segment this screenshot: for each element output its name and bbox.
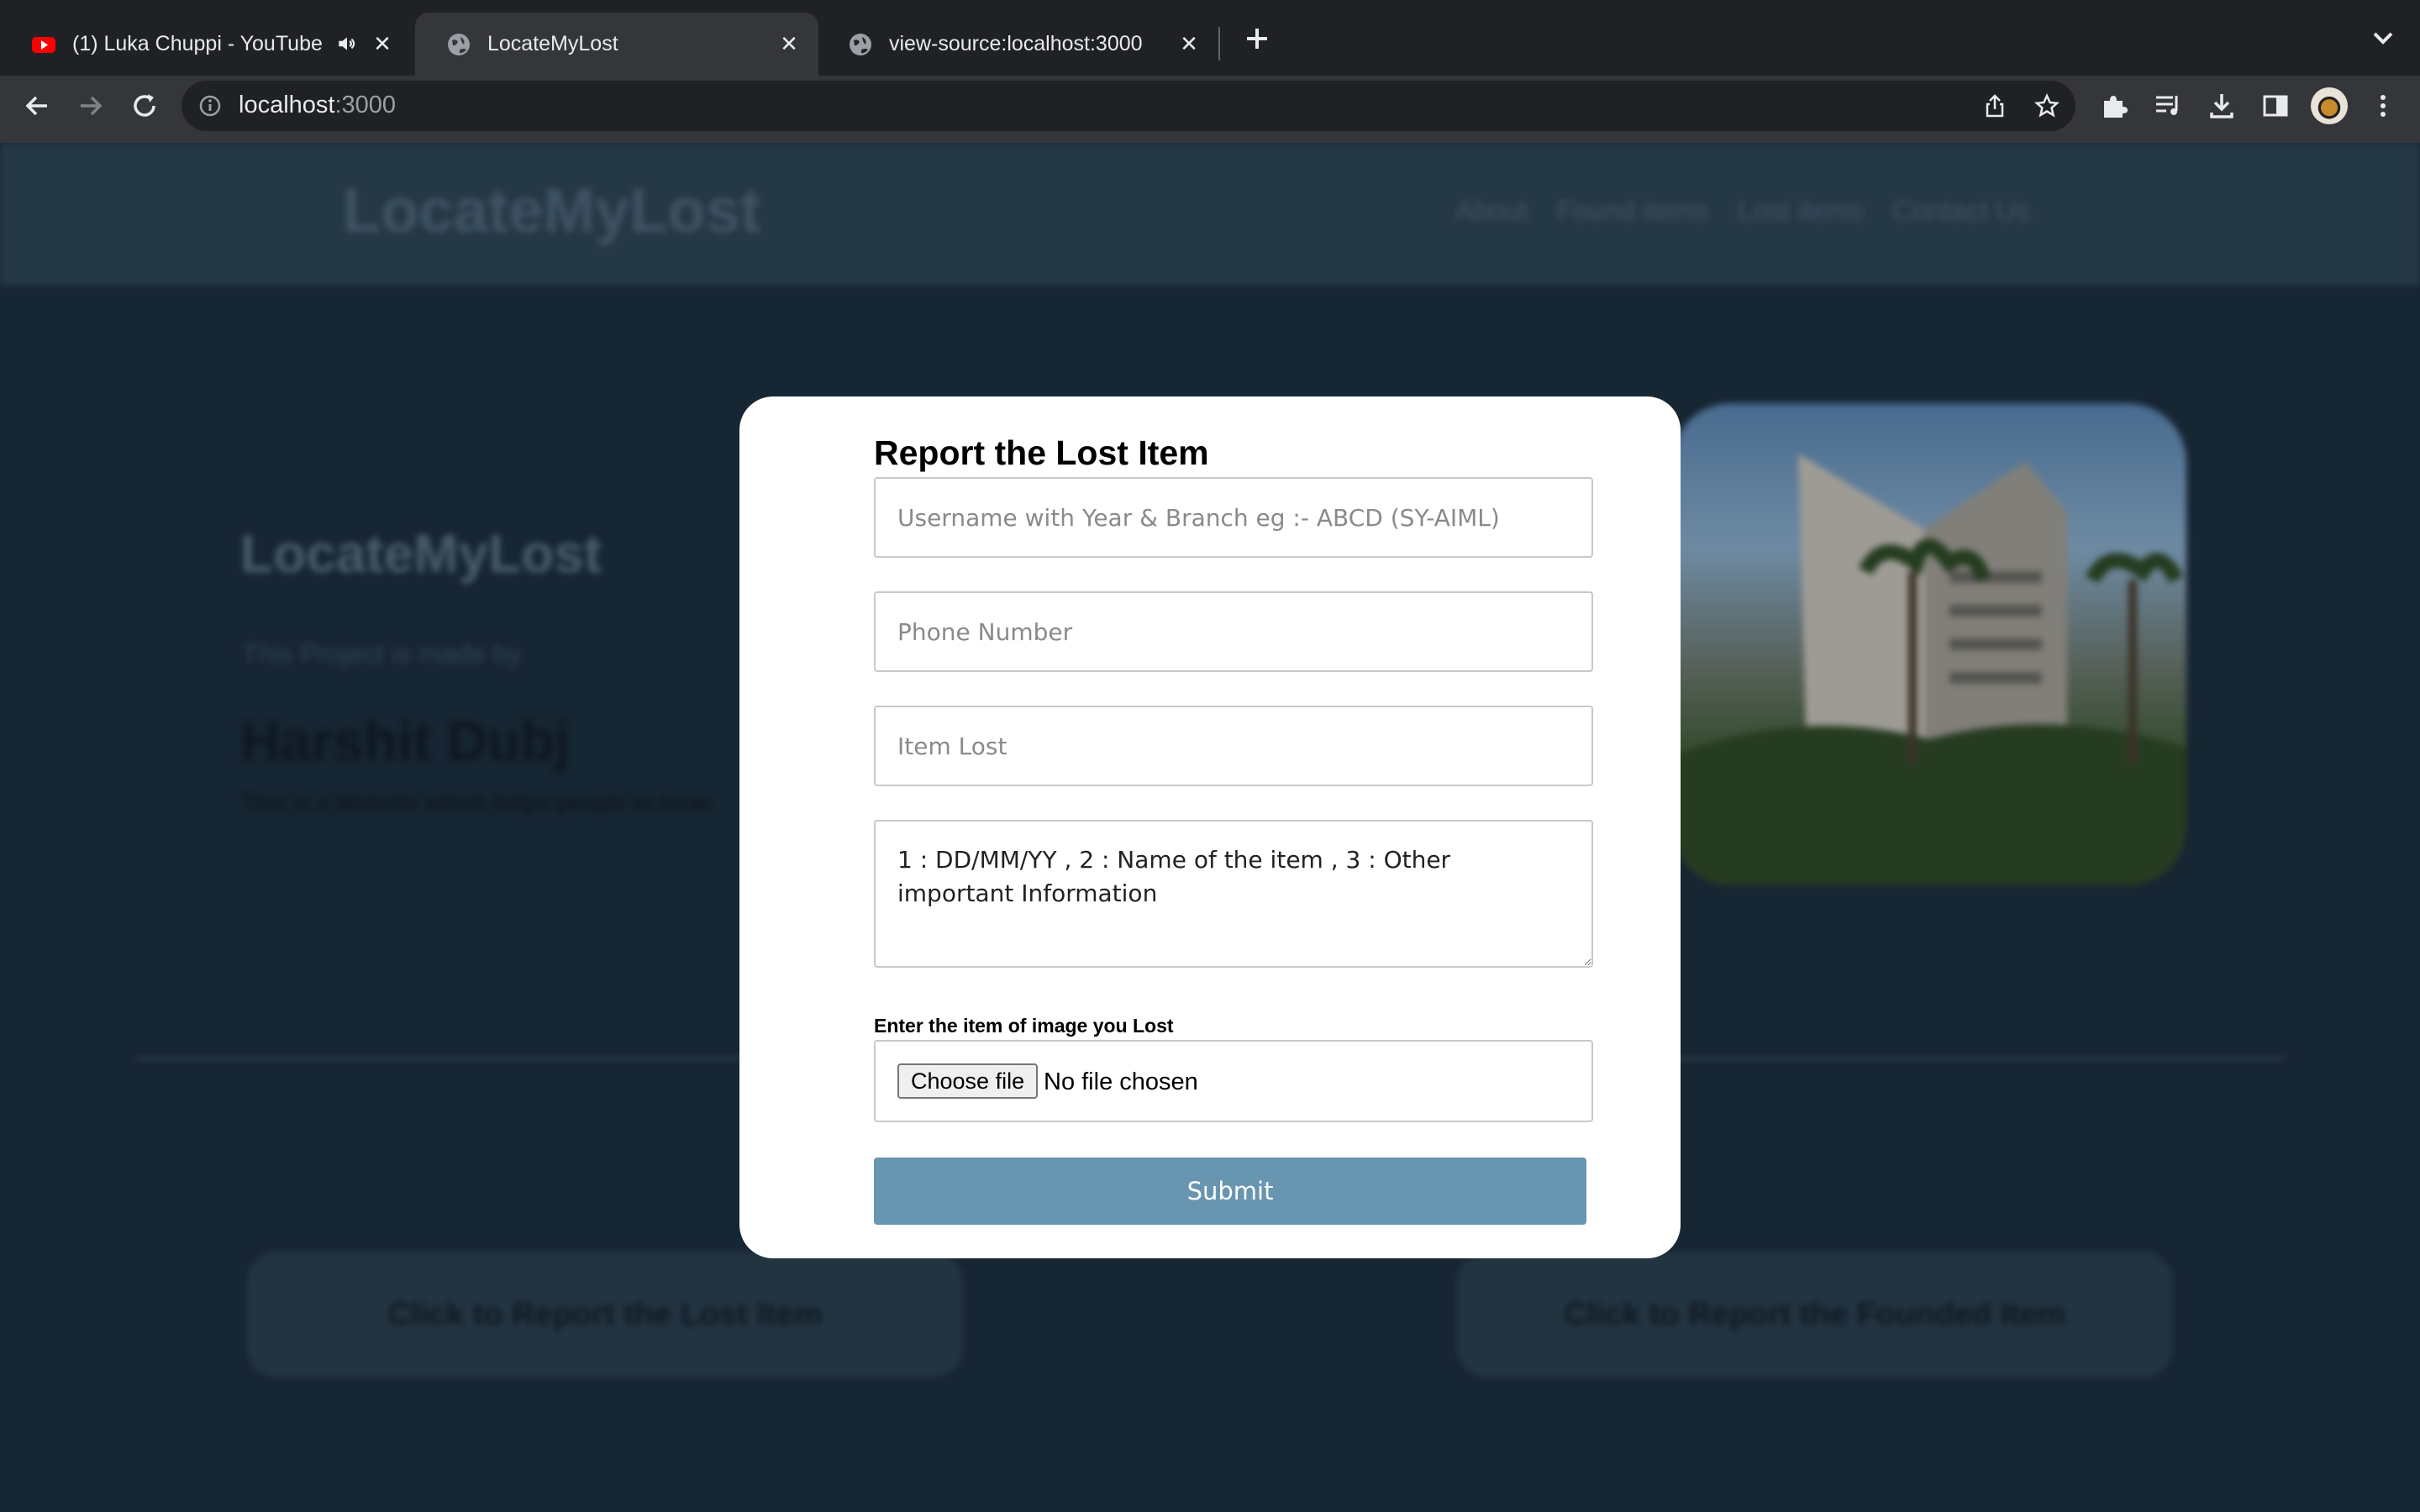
- new-tab-icon[interactable]: [1240, 22, 1274, 55]
- forward-icon[interactable]: [74, 89, 108, 123]
- share-icon[interactable]: [1981, 92, 2008, 119]
- profile-avatar[interactable]: [2311, 87, 2348, 124]
- tab-title: (1) Luka Chuppi - YouTube: [72, 32, 323, 55]
- chevron-down-icon[interactable]: [2368, 29, 2398, 49]
- file-upload-field[interactable]: Choose file No file chosen: [874, 1040, 1593, 1122]
- phone-number-input[interactable]: [874, 591, 1593, 672]
- tab-separator: [1218, 27, 1220, 60]
- screen: (1) Luka Chuppi - YouTube ✕ LocateMyLost…: [0, 0, 2420, 1512]
- info-icon[interactable]: [198, 94, 222, 118]
- item-lost-input[interactable]: [874, 706, 1593, 786]
- url-host: localhost: [239, 92, 335, 118]
- tab-title: LocateMyLost: [487, 32, 618, 55]
- address-bar[interactable]: localhost:3000: [182, 81, 2075, 131]
- download-icon[interactable]: [2205, 89, 2238, 123]
- youtube-icon: [32, 36, 55, 53]
- more-menu-icon[interactable]: [2366, 89, 2400, 123]
- globe-icon: [448, 33, 470, 55]
- tab-title: view-source:localhost:3000: [889, 32, 1143, 55]
- tab-youtube[interactable]: (1) Luka Chuppi - YouTube ✕: [0, 13, 412, 76]
- back-icon[interactable]: [20, 89, 54, 123]
- url-port: :3000: [334, 92, 397, 118]
- globe-icon: [850, 33, 871, 55]
- close-tab-icon[interactable]: ✕: [778, 33, 800, 55]
- speaker-icon[interactable]: [336, 33, 358, 55]
- submit-button[interactable]: Submit: [874, 1158, 1586, 1225]
- report-lost-modal: Report the Lost Item Enter the item of i…: [739, 396, 1681, 1258]
- tab-locatemylost[interactable]: LocateMyLost ✕: [415, 13, 818, 76]
- modal-title: Report the Lost Item: [874, 433, 1209, 472]
- tab-strip: (1) Luka Chuppi - YouTube ✕ LocateMyLost…: [0, 0, 2420, 76]
- bookmark-star-icon[interactable]: [2033, 92, 2060, 119]
- url-text[interactable]: localhost:3000: [239, 92, 396, 119]
- side-panel-icon[interactable]: [2259, 89, 2292, 123]
- file-status-text: No file chosen: [1044, 1068, 1198, 1095]
- tab-view-source[interactable]: view-source:localhost:3000 ✕: [817, 13, 1218, 76]
- file-upload-label: Enter the item of image you Lost: [874, 1015, 1174, 1037]
- details-textarea[interactable]: [874, 820, 1593, 968]
- close-tab-icon[interactable]: ✕: [371, 33, 393, 55]
- media-control-icon[interactable]: [2151, 89, 2185, 123]
- reload-icon[interactable]: [128, 89, 161, 123]
- extensions-icon[interactable]: [2097, 89, 2131, 123]
- username-input[interactable]: [874, 477, 1593, 558]
- choose-file-button[interactable]: Choose file: [897, 1063, 1039, 1099]
- close-tab-icon[interactable]: ✕: [1178, 33, 1200, 55]
